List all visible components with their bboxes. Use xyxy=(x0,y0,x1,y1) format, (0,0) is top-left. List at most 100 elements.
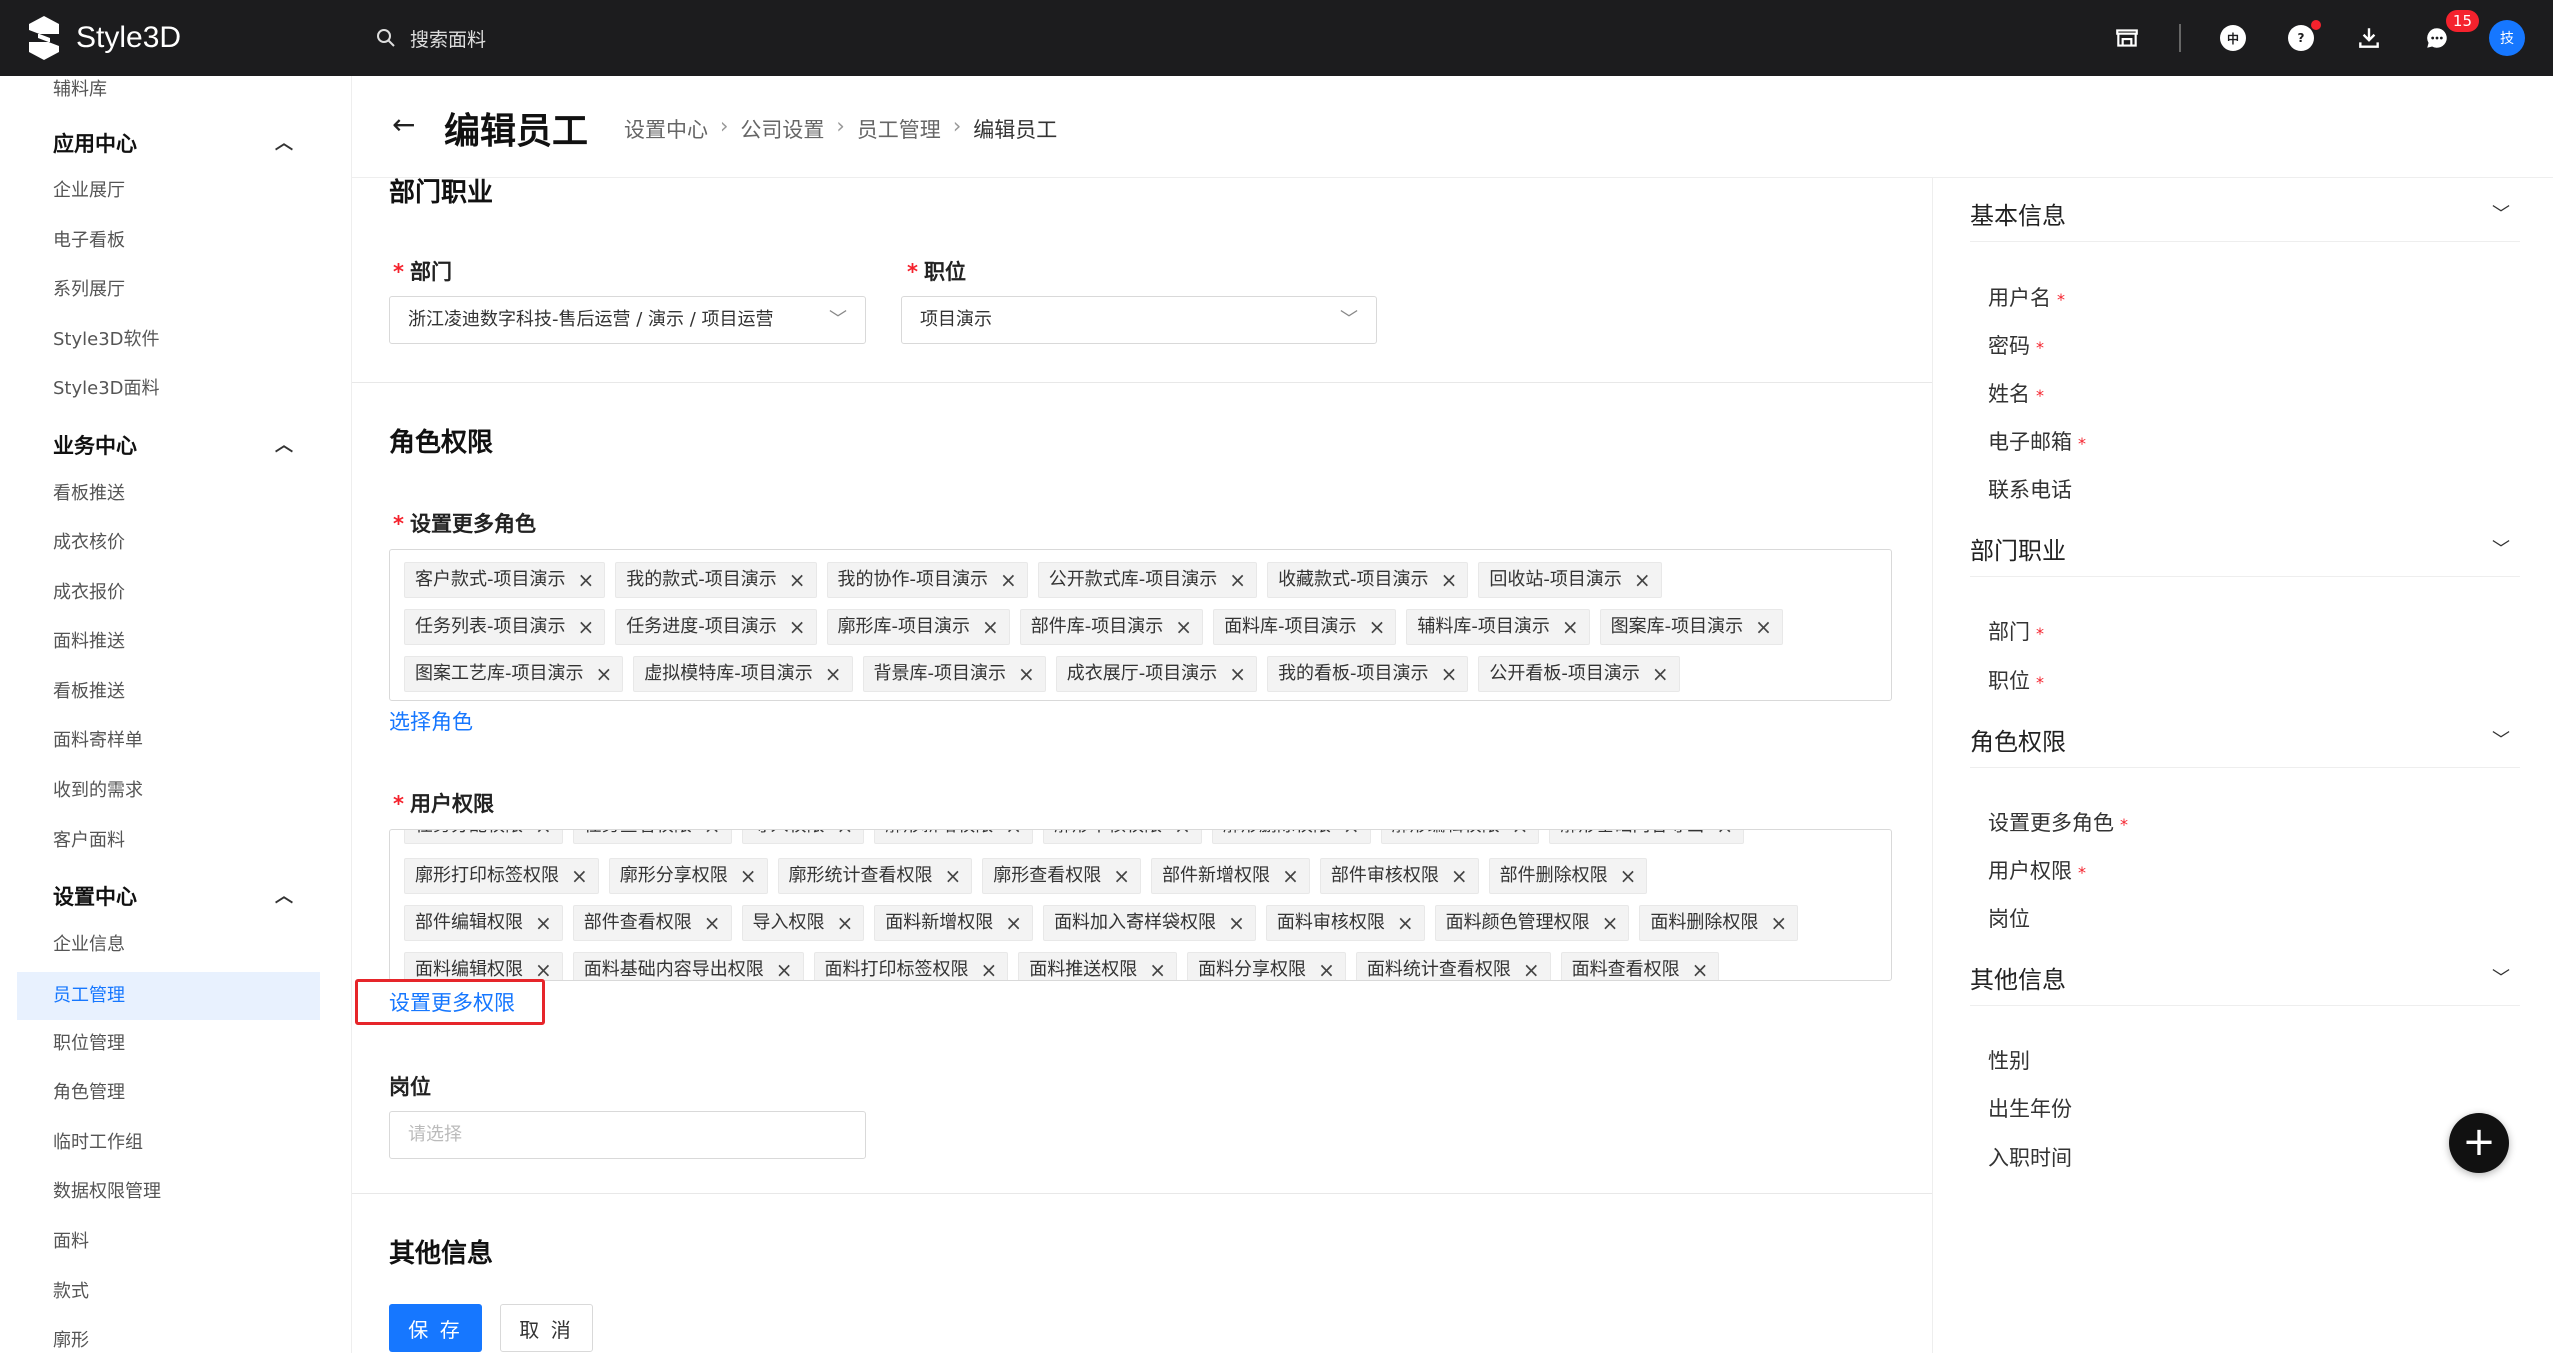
anchor-item[interactable]: 联系电话 xyxy=(1988,474,2072,504)
close-icon[interactable]: × xyxy=(1343,830,1360,844)
avatar[interactable]: 技 xyxy=(2489,20,2525,56)
close-icon[interactable]: × xyxy=(535,952,552,980)
close-icon[interactable]: × xyxy=(1397,905,1414,941)
close-icon[interactable]: × xyxy=(1692,952,1709,980)
breadcrumb-item[interactable]: 设置中心 xyxy=(624,114,708,144)
close-icon[interactable]: × xyxy=(945,858,962,894)
close-icon[interactable]: × xyxy=(1620,858,1637,894)
close-icon[interactable]: × xyxy=(535,830,552,844)
close-icon[interactable]: × xyxy=(1318,952,1335,980)
close-icon[interactable]: × xyxy=(578,562,595,598)
close-icon[interactable]: × xyxy=(982,609,999,645)
close-icon[interactable]: × xyxy=(1228,905,1245,941)
sidebar-group-settings[interactable]: 设置中心 ︿ xyxy=(53,877,293,917)
dept-select[interactable]: 浙江凌迪数字科技-售后运营 / 演示 / 项目运营 ﹀ xyxy=(389,296,866,344)
sidebar-item[interactable]: 收到的需求 xyxy=(53,771,143,811)
sidebar-item-partial[interactable]: 辅料库 xyxy=(53,76,107,110)
sidebar-item[interactable]: 临时工作组 xyxy=(53,1123,143,1163)
close-icon[interactable]: × xyxy=(1369,609,1386,645)
close-icon[interactable]: × xyxy=(1000,562,1017,598)
sidebar-item[interactable]: 企业展厅 xyxy=(53,171,125,211)
close-icon[interactable]: × xyxy=(776,952,793,980)
sidebar-item[interactable]: 职位管理 xyxy=(53,1024,125,1064)
sidebar-item[interactable]: 客户面料 xyxy=(53,821,125,861)
anchor-item[interactable]: 性别 xyxy=(1988,1045,2030,1075)
anchor-item[interactable]: 入职时间 xyxy=(1988,1142,2072,1172)
close-icon[interactable]: × xyxy=(596,656,613,692)
close-icon[interactable]: × xyxy=(1634,562,1651,598)
close-icon[interactable]: × xyxy=(740,858,757,894)
close-icon[interactable]: × xyxy=(704,830,721,844)
sidebar-item[interactable]: 廓形 xyxy=(53,1321,89,1353)
sidebar-item[interactable]: Style3D软件 xyxy=(53,320,160,360)
search-bar[interactable]: 搜索面料 xyxy=(376,18,486,58)
close-icon[interactable]: × xyxy=(1755,609,1772,645)
anchor-item[interactable]: 用户名 * xyxy=(1988,282,2065,312)
sidebar-item[interactable]: 面料推送 xyxy=(53,622,125,662)
sidebar-item[interactable]: 成衣核价 xyxy=(53,523,125,563)
close-icon[interactable]: × xyxy=(1451,858,1468,894)
logo[interactable]: Style3D xyxy=(26,12,181,64)
breadcrumb-item[interactable]: 公司设置 xyxy=(740,114,824,144)
close-icon[interactable]: × xyxy=(1229,562,1246,598)
close-icon[interactable]: × xyxy=(981,952,998,980)
anchor-item[interactable]: 用户权限 * xyxy=(1988,855,2086,885)
sidebar-item[interactable]: Style3D面料 xyxy=(53,369,160,409)
roles-tag-box[interactable]: 客户款式-项目演示 × 我的款式-项目演示 × 我的协作-项目演示 × 公开款式库-项… xyxy=(389,549,1892,701)
sidebar-item[interactable]: 面料寄样单 xyxy=(53,721,143,761)
close-icon[interactable]: × xyxy=(1441,656,1458,692)
close-icon[interactable]: × xyxy=(837,830,854,844)
close-icon[interactable]: × xyxy=(1523,952,1540,980)
close-icon[interactable]: × xyxy=(837,905,854,941)
close-icon[interactable]: × xyxy=(1005,905,1022,941)
anchor-item[interactable]: 岗位 xyxy=(1988,903,2030,933)
close-icon[interactable]: × xyxy=(1512,830,1529,844)
close-icon[interactable]: × xyxy=(1229,656,1246,692)
position-select[interactable]: 项目演示 ﹀ xyxy=(901,296,1377,344)
sidebar-item[interactable]: 款式 xyxy=(53,1272,89,1312)
close-icon[interactable]: × xyxy=(535,905,552,941)
close-icon[interactable]: × xyxy=(571,858,588,894)
anchor-item[interactable]: 职位 * xyxy=(1988,665,2044,695)
close-icon[interactable]: × xyxy=(1716,830,1733,844)
close-icon[interactable]: × xyxy=(1770,905,1787,941)
close-icon[interactable]: × xyxy=(1562,609,1579,645)
anchor-item[interactable]: 出生年份 xyxy=(1988,1093,2072,1123)
close-icon[interactable]: × xyxy=(1602,905,1619,941)
close-icon[interactable]: × xyxy=(789,562,806,598)
close-icon[interactable]: × xyxy=(1652,656,1669,692)
sidebar-item[interactable]: 电子看板 xyxy=(53,221,125,261)
close-icon[interactable]: × xyxy=(1018,656,1035,692)
sidebar-item-staff[interactable]: 员工管理 xyxy=(53,976,125,1016)
download-icon[interactable] xyxy=(2353,22,2385,54)
sidebar-group-business[interactable]: 业务中心 ︿ xyxy=(53,426,293,466)
anchor-item[interactable]: 姓名 * xyxy=(1988,378,2044,408)
anchor-item[interactable]: 设置更多角色 * xyxy=(1988,807,2128,837)
post-select[interactable]: 请选择 xyxy=(389,1111,866,1159)
close-icon[interactable]: × xyxy=(578,609,595,645)
close-icon[interactable]: × xyxy=(1174,830,1191,844)
add-fab-button[interactable]: + xyxy=(2449,1113,2509,1173)
store-icon[interactable] xyxy=(2111,22,2143,54)
save-button[interactable]: 保 存 xyxy=(389,1304,482,1352)
close-icon[interactable]: × xyxy=(1149,952,1166,980)
message-icon[interactable]: 15 xyxy=(2421,10,2479,54)
anchor-item[interactable]: 部门 * xyxy=(1988,616,2044,646)
anchor-item[interactable]: 电子邮箱 * xyxy=(1988,426,2086,456)
close-icon[interactable]: × xyxy=(704,905,721,941)
help-icon[interactable]: ? xyxy=(2285,20,2321,54)
sidebar-group-app[interactable]: 应用中心 ︿ xyxy=(53,124,293,164)
sidebar-item[interactable]: 看板推送 xyxy=(53,672,125,712)
back-arrow-icon[interactable]: ← xyxy=(392,108,415,141)
sidebar-item[interactable]: 面料 xyxy=(53,1222,89,1262)
breadcrumb-item[interactable]: 员工管理 xyxy=(857,114,941,144)
sidebar-item[interactable]: 角色管理 xyxy=(53,1073,125,1113)
close-icon[interactable]: × xyxy=(1441,562,1458,598)
anchor-group-roles[interactable]: 角色权限 ﹀ xyxy=(1970,712,2520,768)
close-icon[interactable]: × xyxy=(1282,858,1299,894)
anchor-group-dept[interactable]: 部门职业 ﹀ xyxy=(1970,521,2520,577)
close-icon[interactable]: × xyxy=(1175,609,1192,645)
sidebar-item[interactable]: 成衣报价 xyxy=(53,573,125,613)
anchor-item[interactable]: 密码 * xyxy=(1988,330,2044,360)
sidebar-item[interactable]: 数据权限管理 xyxy=(53,1172,161,1212)
